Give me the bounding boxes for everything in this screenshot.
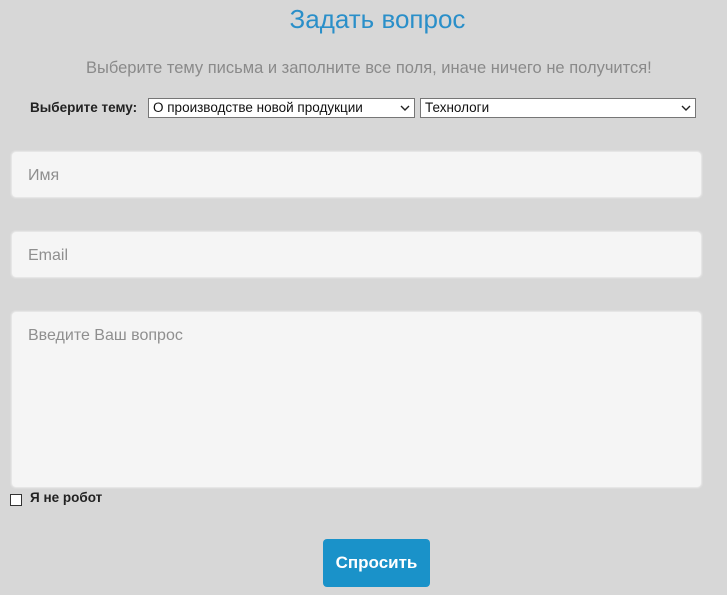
ask-question-page: Задать вопрос Выберите тему письма и зап…	[0, 0, 727, 595]
topic-select-primary[interactable]: О производстве новой продукции	[148, 98, 415, 118]
email-placeholder: Email	[28, 247, 69, 264]
email-field[interactable]: Email	[11, 231, 702, 278]
chevron-down-icon	[681, 105, 691, 111]
page-title: Задать вопрос	[289, 4, 466, 34]
question-placeholder: Введите Ваш вопрос	[28, 327, 183, 344]
submit-button[interactable]: Спросить	[323, 539, 430, 587]
name-placeholder: Имя	[28, 167, 60, 184]
not-robot-checkbox[interactable]	[10, 494, 22, 506]
question-textarea[interactable]: Введите Ваш вопрос	[11, 311, 702, 488]
name-field[interactable]: Имя	[11, 151, 702, 198]
not-robot-label[interactable]: Я не робот	[30, 490, 102, 505]
topic-select-secondary-value: Технологи	[425, 100, 490, 115]
topic-select-secondary[interactable]: Технологи	[420, 98, 696, 118]
topic-label: Выберите тему:	[30, 100, 138, 115]
chevron-down-icon	[400, 105, 410, 111]
instructions-text: Выберите тему письма и заполните все пол…	[86, 59, 652, 77]
topic-select-primary-value: О производстве новой продукции	[153, 100, 363, 115]
